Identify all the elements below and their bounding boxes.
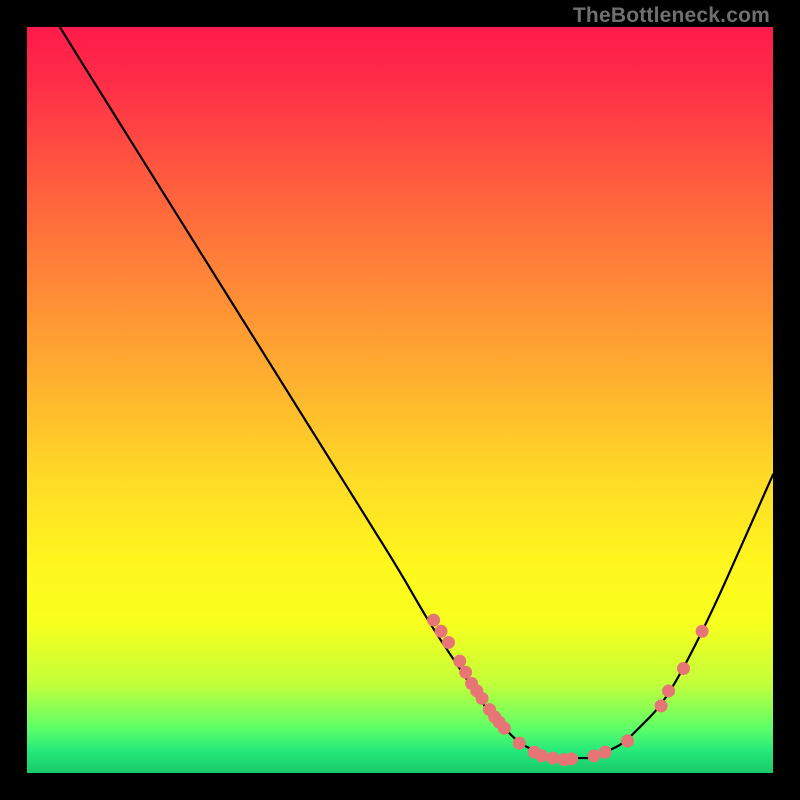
plot-area: [27, 27, 773, 773]
curve-marker: [498, 722, 511, 735]
curve-marker: [677, 662, 690, 675]
chart-stage: TheBottleneck.com: [0, 0, 800, 800]
curve-marker: [453, 655, 466, 668]
curve-marker: [442, 636, 455, 649]
curve-marker: [427, 614, 440, 627]
curve-marker: [655, 699, 668, 712]
curve-marker: [546, 752, 559, 765]
curve-marker: [535, 749, 548, 762]
curve-markers: [427, 614, 709, 767]
curve-marker: [621, 734, 634, 747]
bottleneck-curve-path: [27, 27, 773, 758]
curve-marker: [435, 625, 448, 638]
watermark-text: TheBottleneck.com: [573, 4, 770, 28]
curve-marker: [587, 749, 600, 762]
curve-layer: [27, 27, 773, 773]
curve-marker: [599, 746, 612, 759]
curve-marker: [459, 666, 472, 679]
curve-marker: [696, 625, 709, 638]
curve-marker: [662, 684, 675, 697]
curve-marker: [565, 752, 578, 765]
curve-marker: [476, 692, 489, 705]
curve-marker: [513, 737, 526, 750]
